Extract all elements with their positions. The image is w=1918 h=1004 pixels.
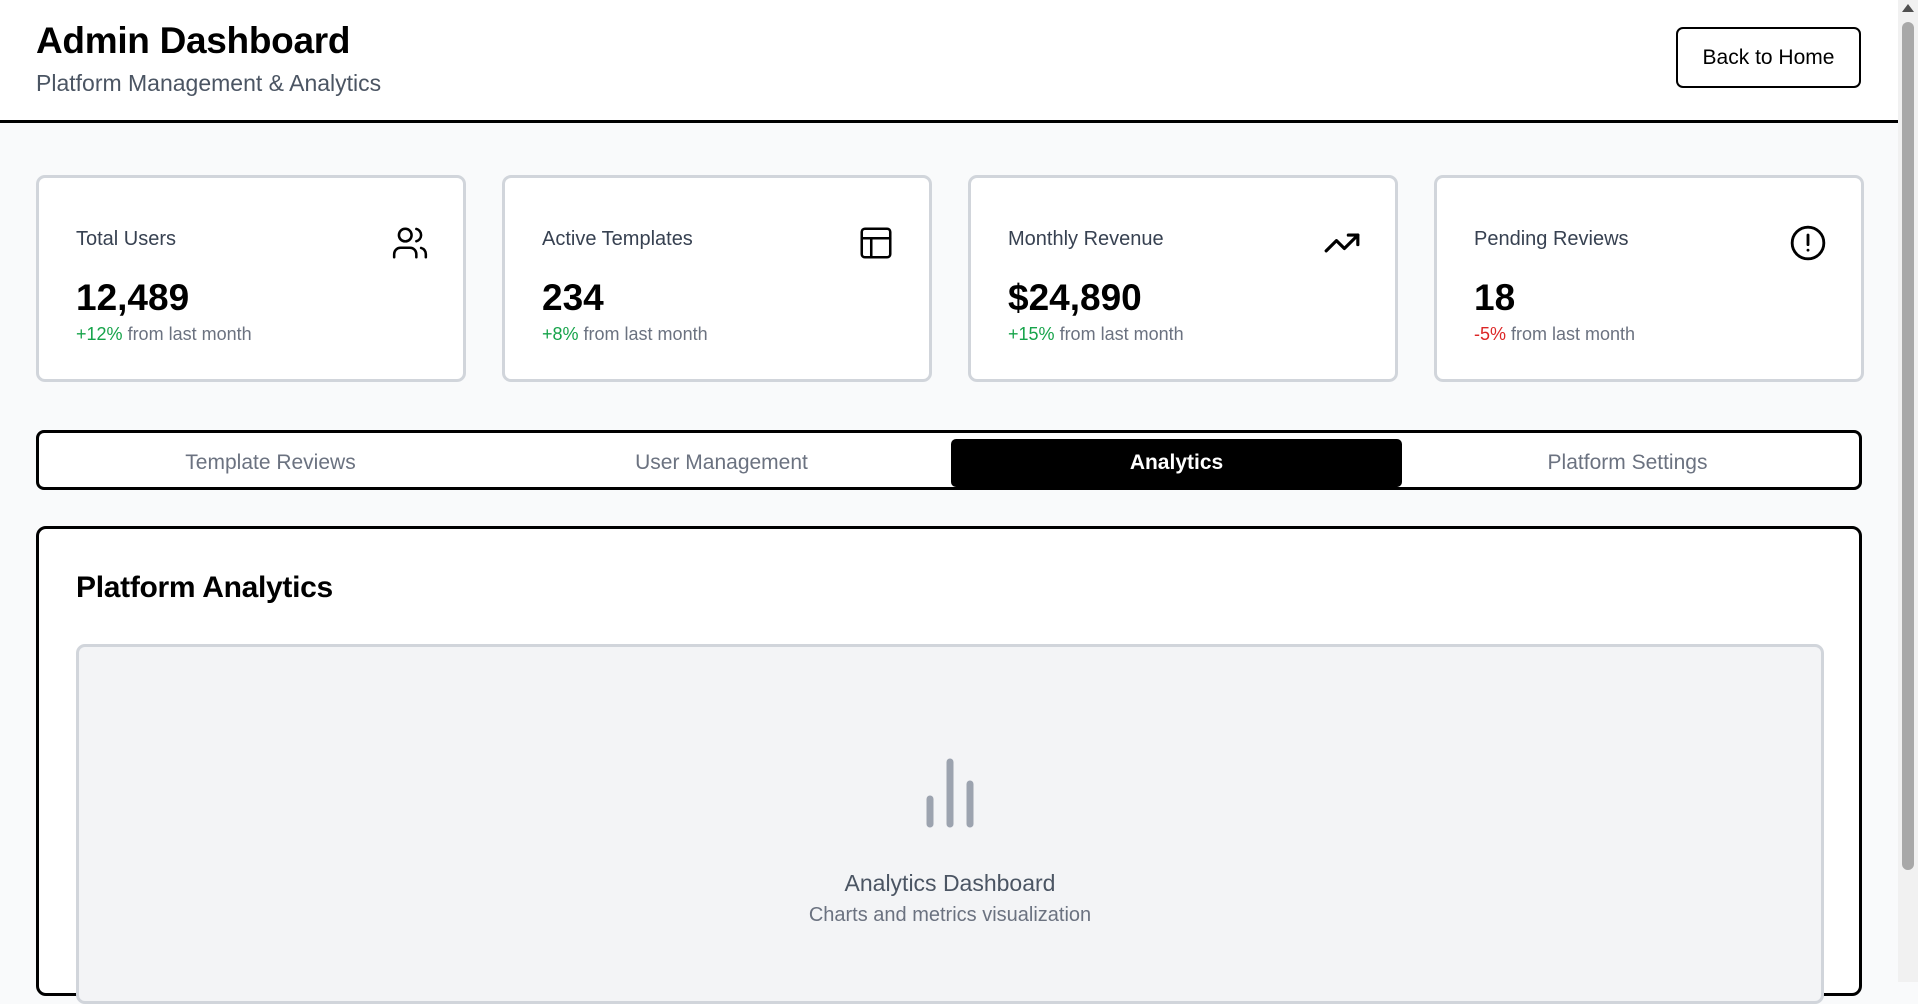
tab-user-management[interactable]: User Management <box>496 439 947 487</box>
stat-change: +8% from last month <box>542 324 708 345</box>
stat-value: 18 <box>1474 277 1516 318</box>
stat-card-active-templates: Active Templates 234 +8% from last month <box>502 175 932 382</box>
users-icon <box>391 224 429 262</box>
analytics-panel: Platform Analytics Analytics Dashboard C… <box>36 526 1862 1004</box>
layout-icon <box>857 224 895 262</box>
change-suffix: from last month <box>1511 324 1636 344</box>
stat-change: -5% from last month <box>1474 324 1635 345</box>
stat-change: +12% from last month <box>76 324 252 345</box>
analytics-placeholder: Analytics Dashboard Charts and metrics v… <box>76 644 1824 1004</box>
stat-card-monthly-revenue: Monthly Revenue $24,890 +15% from last m… <box>968 175 1398 382</box>
change-percent: -5% <box>1474 324 1507 344</box>
change-percent: +15% <box>1008 324 1055 344</box>
stat-label: Monthly Revenue <box>1008 228 1164 250</box>
placeholder-subtitle: Charts and metrics visualization <box>808 904 1092 926</box>
scrollbar-thumb[interactable] <box>1902 22 1914 870</box>
trending-up-icon <box>1323 224 1361 262</box>
change-percent: +12% <box>76 324 123 344</box>
bar-chart-icon <box>910 752 990 832</box>
tab-template-reviews[interactable]: Template Reviews <box>45 439 496 487</box>
page-header: Admin Dashboard Platform Management & An… <box>0 0 1898 123</box>
admin-tabs: Template Reviews User Management Analyti… <box>36 430 1862 490</box>
scroll-up-arrow-icon[interactable] <box>1902 4 1914 12</box>
page-scrollbar[interactable] <box>1898 0 1918 982</box>
back-to-home-button[interactable]: Back to Home <box>1676 27 1861 88</box>
change-percent: +8% <box>542 324 579 344</box>
change-suffix: from last month <box>1059 324 1184 344</box>
stat-value: 234 <box>542 277 604 318</box>
alert-circle-icon <box>1789 224 1827 262</box>
stat-value: $24,890 <box>1008 277 1142 318</box>
tab-platform-settings[interactable]: Platform Settings <box>1402 439 1853 487</box>
stat-card-pending-reviews: Pending Reviews 18 -5% from last month <box>1434 175 1864 382</box>
page-subtitle: Platform Management & Analytics <box>36 70 382 96</box>
stat-value: 12,489 <box>76 277 190 318</box>
stat-change: +15% from last month <box>1008 324 1184 345</box>
tab-analytics[interactable]: Analytics <box>951 439 1402 487</box>
change-suffix: from last month <box>127 324 252 344</box>
change-suffix: from last month <box>583 324 708 344</box>
stat-label: Pending Reviews <box>1474 228 1629 250</box>
stat-card-total-users: Total Users 12,489 +12% from last month <box>36 175 466 382</box>
placeholder-title: Analytics Dashboard <box>844 870 1056 896</box>
panel-title: Platform Analytics <box>76 571 333 604</box>
stat-label: Total Users <box>76 228 177 250</box>
page-title: Admin Dashboard <box>36 20 351 61</box>
stat-label: Active Templates <box>542 228 693 250</box>
